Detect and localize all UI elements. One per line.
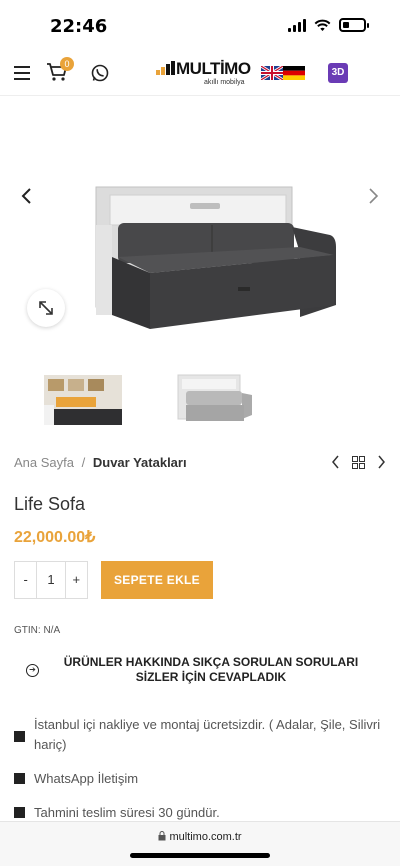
url-value: multimo.com.tr <box>169 831 242 843</box>
product-title: Life Sofa <box>14 494 86 514</box>
url-text: multimo.com.tr <box>0 831 400 843</box>
qty-input[interactable]: 1 <box>36 562 66 598</box>
signal-icon <box>288 18 306 32</box>
whatsapp-icon <box>91 64 109 82</box>
gtin-label: GTIN: N/A <box>14 625 61 636</box>
qty-minus-button[interactable]: - <box>15 562 36 598</box>
feature-text: Tahmini teslim süresi 30 gündür. <box>34 805 220 820</box>
logo-mark-icon <box>156 61 175 75</box>
next-image-button[interactable] <box>368 185 380 211</box>
site-logo[interactable]: MULTİMO akıllı mobilya <box>156 59 251 89</box>
expand-icon <box>39 301 53 315</box>
thumbnail-1[interactable] <box>38 369 128 431</box>
product-nav <box>331 455 386 469</box>
browser-url-bar[interactable]: multimo.com.tr <box>0 821 400 866</box>
bullet-square-icon <box>14 773 25 784</box>
whatsapp-button[interactable] <box>90 63 110 88</box>
add-to-cart-button[interactable]: SEPETE EKLE <box>101 561 213 599</box>
feature-text: WhatsApp İletişim <box>34 771 139 786</box>
next-product-icon[interactable] <box>377 455 386 469</box>
feature-text: İstanbul içi nakliye ve montaj ücretsizd… <box>34 717 381 752</box>
faq-link[interactable]: ÜRÜNLER HAKKINDA SIKÇA SORULAN SORULARI … <box>26 655 376 685</box>
chevron-left-icon <box>21 188 31 204</box>
breadcrumb-current-link[interactable]: Duvar Yatakları <box>93 455 187 470</box>
logo-text: MULTİMO <box>176 59 251 78</box>
prev-image-button[interactable] <box>20 185 32 211</box>
thumbnail-image <box>44 375 122 425</box>
german-flag-icon[interactable] <box>283 66 305 80</box>
bullet-square-icon <box>14 807 25 818</box>
status-bar: 22:46 <box>0 0 400 52</box>
list-item[interactable]: WhatsApp İletişim <box>14 769 386 789</box>
thumbnail-2[interactable] <box>168 369 258 431</box>
feature-list: İstanbul içi nakliye ve montaj ücretsizd… <box>14 715 386 837</box>
clock: 22:46 <box>50 16 108 37</box>
list-item: İstanbul içi nakliye ve montaj ücretsizd… <box>14 715 386 755</box>
quantity-stepper: - 1 + <box>14 561 88 599</box>
thumbnail-image <box>177 374 252 421</box>
cart-count-badge: 0 <box>60 57 74 71</box>
product-price: 22,000.00₺ <box>14 529 96 546</box>
uk-flag-icon[interactable] <box>261 66 283 80</box>
qty-plus-button[interactable]: + <box>66 562 87 598</box>
site-header: 0 MULTİMO akıllı mobilya 3D <box>0 52 400 96</box>
grid-icon[interactable] <box>352 455 365 469</box>
cart-button[interactable]: 0 <box>46 57 74 84</box>
language-switcher <box>261 66 305 80</box>
menu-icon[interactable] <box>14 66 30 84</box>
list-item: Tahmini teslim süresi 30 gündür. <box>14 803 386 823</box>
thumbnail-strip <box>38 369 258 431</box>
lock-icon <box>158 831 166 841</box>
chevron-right-icon <box>369 188 379 204</box>
prev-product-icon[interactable] <box>331 455 340 469</box>
logo-subtitle: akıllı mobilya <box>204 79 245 86</box>
zoom-button[interactable] <box>27 289 65 327</box>
battery-icon <box>339 18 369 32</box>
breadcrumb-home-link[interactable]: Ana Sayfa <box>14 455 74 470</box>
3d-view-button[interactable]: 3D <box>328 63 348 83</box>
breadcrumb: Ana Sayfa / Duvar Yatakları <box>14 455 187 470</box>
status-icons <box>288 18 369 32</box>
breadcrumb-separator: / <box>81 455 86 470</box>
wifi-icon <box>314 19 331 31</box>
bullet-square-icon <box>14 731 25 742</box>
home-indicator <box>130 853 270 858</box>
